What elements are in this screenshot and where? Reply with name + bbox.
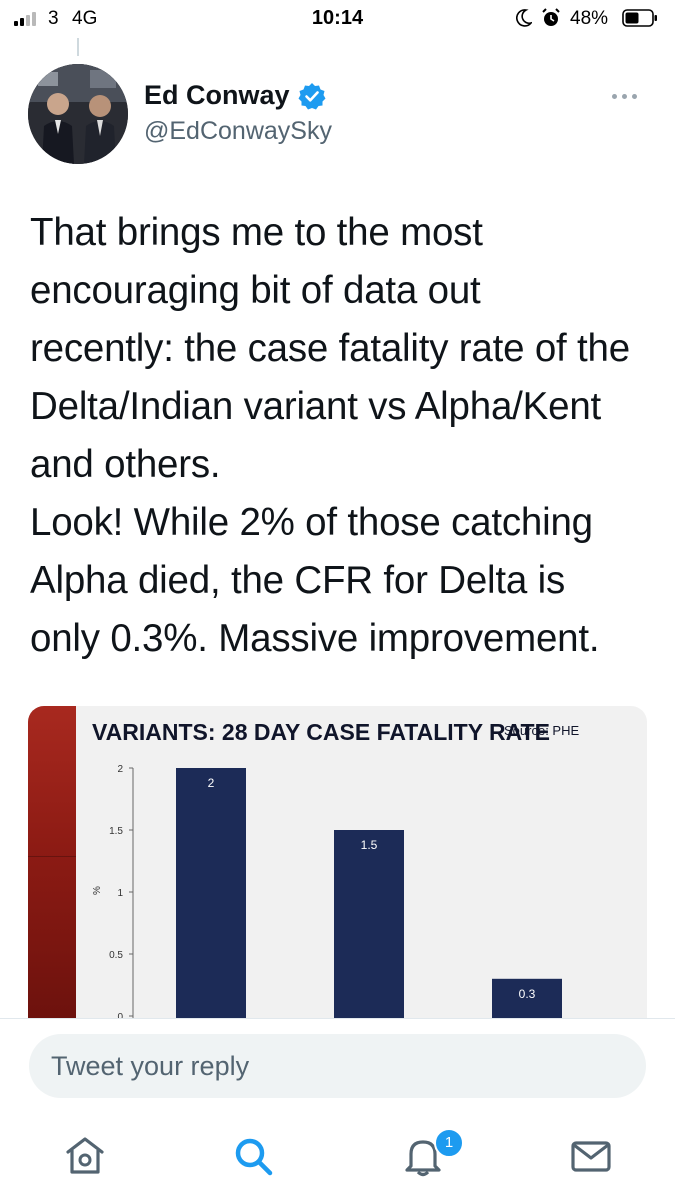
battery-icon (622, 9, 657, 27)
bar-value-label: 1.5 (361, 838, 378, 852)
tweet-media-chart[interactable]: VARIANTS: 28 DAY CASE FATALITY RATE Sour… (28, 706, 647, 1018)
notification-badge: 1 (434, 1128, 464, 1158)
bar-chart: VARIANTS: 28 DAY CASE FATALITY RATE Sour… (92, 719, 579, 1018)
reply-box[interactable] (29, 1034, 646, 1098)
search-icon[interactable] (229, 1132, 277, 1180)
y-axis-label: % (92, 886, 103, 895)
y-tick-label: 1.5 (109, 826, 123, 837)
author-handle[interactable]: @EdConwaySky (144, 117, 332, 146)
bar-value-label: 2 (208, 776, 215, 790)
y-tick-label: 1 (117, 888, 123, 899)
moon-icon (516, 9, 532, 27)
alarm-icon (542, 8, 560, 26)
bar (176, 768, 246, 1018)
avatar[interactable] (28, 64, 128, 164)
status-bar: 3 4G 10:14 48% (0, 0, 675, 38)
thread-connector (77, 38, 79, 56)
chart-source: Source: PHE (504, 723, 579, 738)
divider (0, 1018, 675, 1019)
home-icon[interactable] (61, 1132, 109, 1180)
bar (334, 830, 404, 1018)
messages-icon[interactable] (567, 1132, 615, 1180)
bar-value-label: 0.3 (519, 987, 536, 1001)
avatar-photo (28, 64, 128, 164)
more-options-icon[interactable] (612, 92, 640, 102)
tweet-text: That brings me to the most encouraging b… (30, 211, 630, 660)
y-tick-label: 2 (117, 764, 123, 775)
author-name[interactable]: Ed Conway (144, 80, 290, 111)
reply-input[interactable] (51, 1034, 611, 1098)
y-tick-label: 0.5 (109, 950, 123, 961)
battery-percent: 48% (570, 8, 609, 29)
verified-badge-icon (298, 83, 326, 110)
chart-title: VARIANTS: 28 DAY CASE FATALITY RATE (92, 719, 550, 745)
